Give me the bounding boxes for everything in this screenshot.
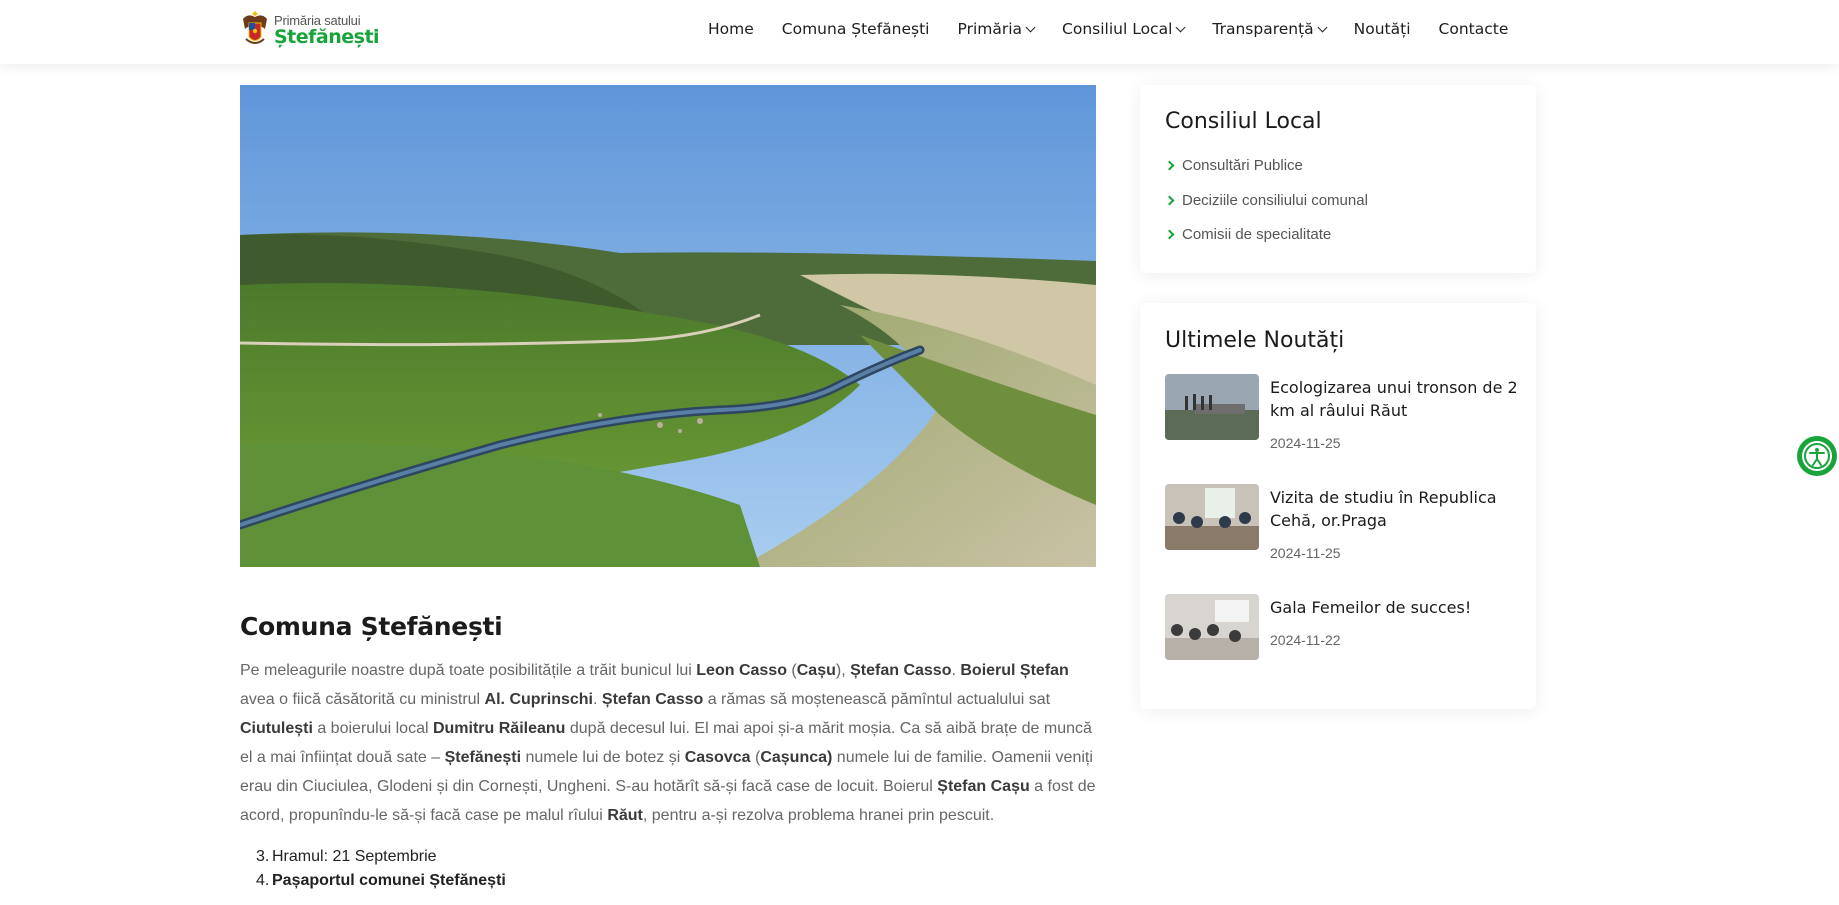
sidebar-link-comisii[interactable]: Comisii de specialitate [1164,226,1332,243]
article-bold-term: Ciutulești [240,720,313,737]
list-item-number: 3. [256,848,270,865]
accessibility-button[interactable] [1797,436,1837,476]
article-bold-term: Leon Casso [696,662,787,679]
list-item-text[interactable]: Pașaportul comunei Ștefănești [272,872,506,889]
nav-noutati[interactable]: Noutăți [1354,20,1411,38]
site-header: Primăria satului Ștefănești Home Comuna … [0,0,1839,64]
logo-line-2: Ștefănești [274,25,380,48]
list-item-number: 4. [256,872,270,889]
article-bold-term: Dumitru Răileanu [432,720,566,737]
article-text: Pe meleagurile noastre după toate posibi… [240,662,697,679]
article-bold-term: Ștefănești [444,749,522,766]
news-thumbnail[interactable] [1165,484,1259,550]
list-item: 3. Hramul: 21 Septembrie [256,845,506,869]
chevron-right-icon [1164,195,1175,206]
article-bold-term: Boierul Ștefan [960,662,1069,679]
chevron-right-icon [1164,229,1175,240]
nav-consiliul-label: Consiliul Local [1062,20,1173,38]
article-text: ( [750,749,761,766]
nav-home[interactable]: Home [708,20,754,38]
main-nav: Home Comuna Ștefănești Primăria Consiliu… [708,0,1508,58]
list-item-text: Hramul: 21 Septembrie [272,848,437,865]
sidebar-link-label: Deciziile consiliului comunal [1182,192,1368,209]
nav-transparenta-label: Transparență [1212,20,1314,38]
site-logo[interactable]: Primăria satului Ștefănești [240,10,380,50]
article-text: ( [786,662,797,679]
article-bold-term: Cașunca) [760,749,833,766]
news-title[interactable]: Vizita de studiu în Republica Cehă, or.P… [1270,486,1520,532]
sidebar-link-label: Comisii de specialitate [1182,226,1332,243]
article-text: a boierului local [312,720,433,737]
nav-primaria-label: Primăria [957,20,1023,38]
article-text: a rămas să moștenească pămîntul actualul… [703,691,1051,708]
news-item[interactable]: Vizita de studiu în Republica Cehă, or.P… [1165,484,1515,561]
nav-home-label: Home [708,20,754,38]
nav-consiliul-local[interactable]: Consiliul Local [1062,20,1186,38]
article-bold-term: Cașu [796,662,836,679]
article-text: avea o fiică căsătorită cu ministrul [240,691,485,708]
sidebar-council-card: Consiliul Local Consultări Publice Deciz… [1140,85,1536,273]
article-bold-term: Al. Cuprinschi [484,691,593,708]
nav-primaria[interactable]: Primăria [957,20,1036,38]
article-bold-term: Ștefan Casso [850,662,952,679]
article-text: . [593,691,602,708]
article-bold-term: Ștefan Cașu [937,778,1030,795]
sidebar-link-label: Consultări Publice [1182,157,1303,174]
news-thumbnail[interactable] [1165,594,1259,660]
nav-comuna-label: Comuna Ștefănești [781,20,930,38]
chevron-down-icon [1317,22,1328,32]
article-bold-term: Răut [607,807,643,824]
sidebar-link-decizii[interactable]: Deciziile consiliului comunal [1164,192,1368,209]
coat-of-arms-icon [240,11,270,49]
news-title[interactable]: Ecologizarea unui tronson de 2 km al râu… [1270,376,1520,422]
article-text: numele lui de botez și [521,749,685,766]
nav-contacte[interactable]: Contacte [1439,20,1509,38]
sidebar-link-consultari[interactable]: Consultări Publice [1164,157,1303,174]
sidebar-council-title: Consiliul Local [1165,109,1322,134]
nav-comuna[interactable]: Comuna Ștefănești [782,20,930,38]
news-date: 2024-11-25 [1270,545,1341,561]
news-item[interactable]: Ecologizarea unui tronson de 2 km al râu… [1165,374,1518,451]
list-item: 4. Pașaportul comunei Ștefănești [256,869,506,893]
article-text: , pentru a-și rezolva problema hranei pr… [642,807,995,824]
accessibility-icon [1802,441,1832,471]
sidebar-news-card: Ultimele Noutăți Ecologizarea unui trons… [1140,303,1536,709]
nav-transparenta[interactable]: Transparență [1212,20,1328,38]
nav-noutati-label: Noutăți [1353,20,1411,38]
news-item[interactable]: Gala Femeilor de succes! 2024-11-22 [1165,594,1515,664]
sidebar-news-title: Ultimele Noutăți [1165,328,1345,353]
news-date: 2024-11-25 [1270,435,1341,451]
article-bold-term: Casovca [684,749,751,766]
chevron-down-icon [1175,22,1186,32]
nav-contacte-label: Contacte [1438,20,1509,38]
logo-line-1: Primăria satului [274,12,361,28]
chevron-down-icon [1025,22,1036,32]
article-paragraph: Pe meleagurile noastre după toate posibi… [240,656,1098,830]
news-title[interactable]: Gala Femeilor de succes! [1270,596,1520,619]
hero-landscape-image [240,85,1096,567]
article-bold-term: Ștefan Casso [601,691,704,708]
article-list: 3. Hramul: 21 Septembrie 4. Pașaportul com… [256,845,506,893]
article-title: Comuna Ștefănești [240,612,503,641]
article-text: ), [835,662,851,679]
news-thumbnail[interactable] [1165,374,1259,440]
chevron-right-icon [1164,160,1175,171]
news-date: 2024-11-22 [1270,632,1341,648]
